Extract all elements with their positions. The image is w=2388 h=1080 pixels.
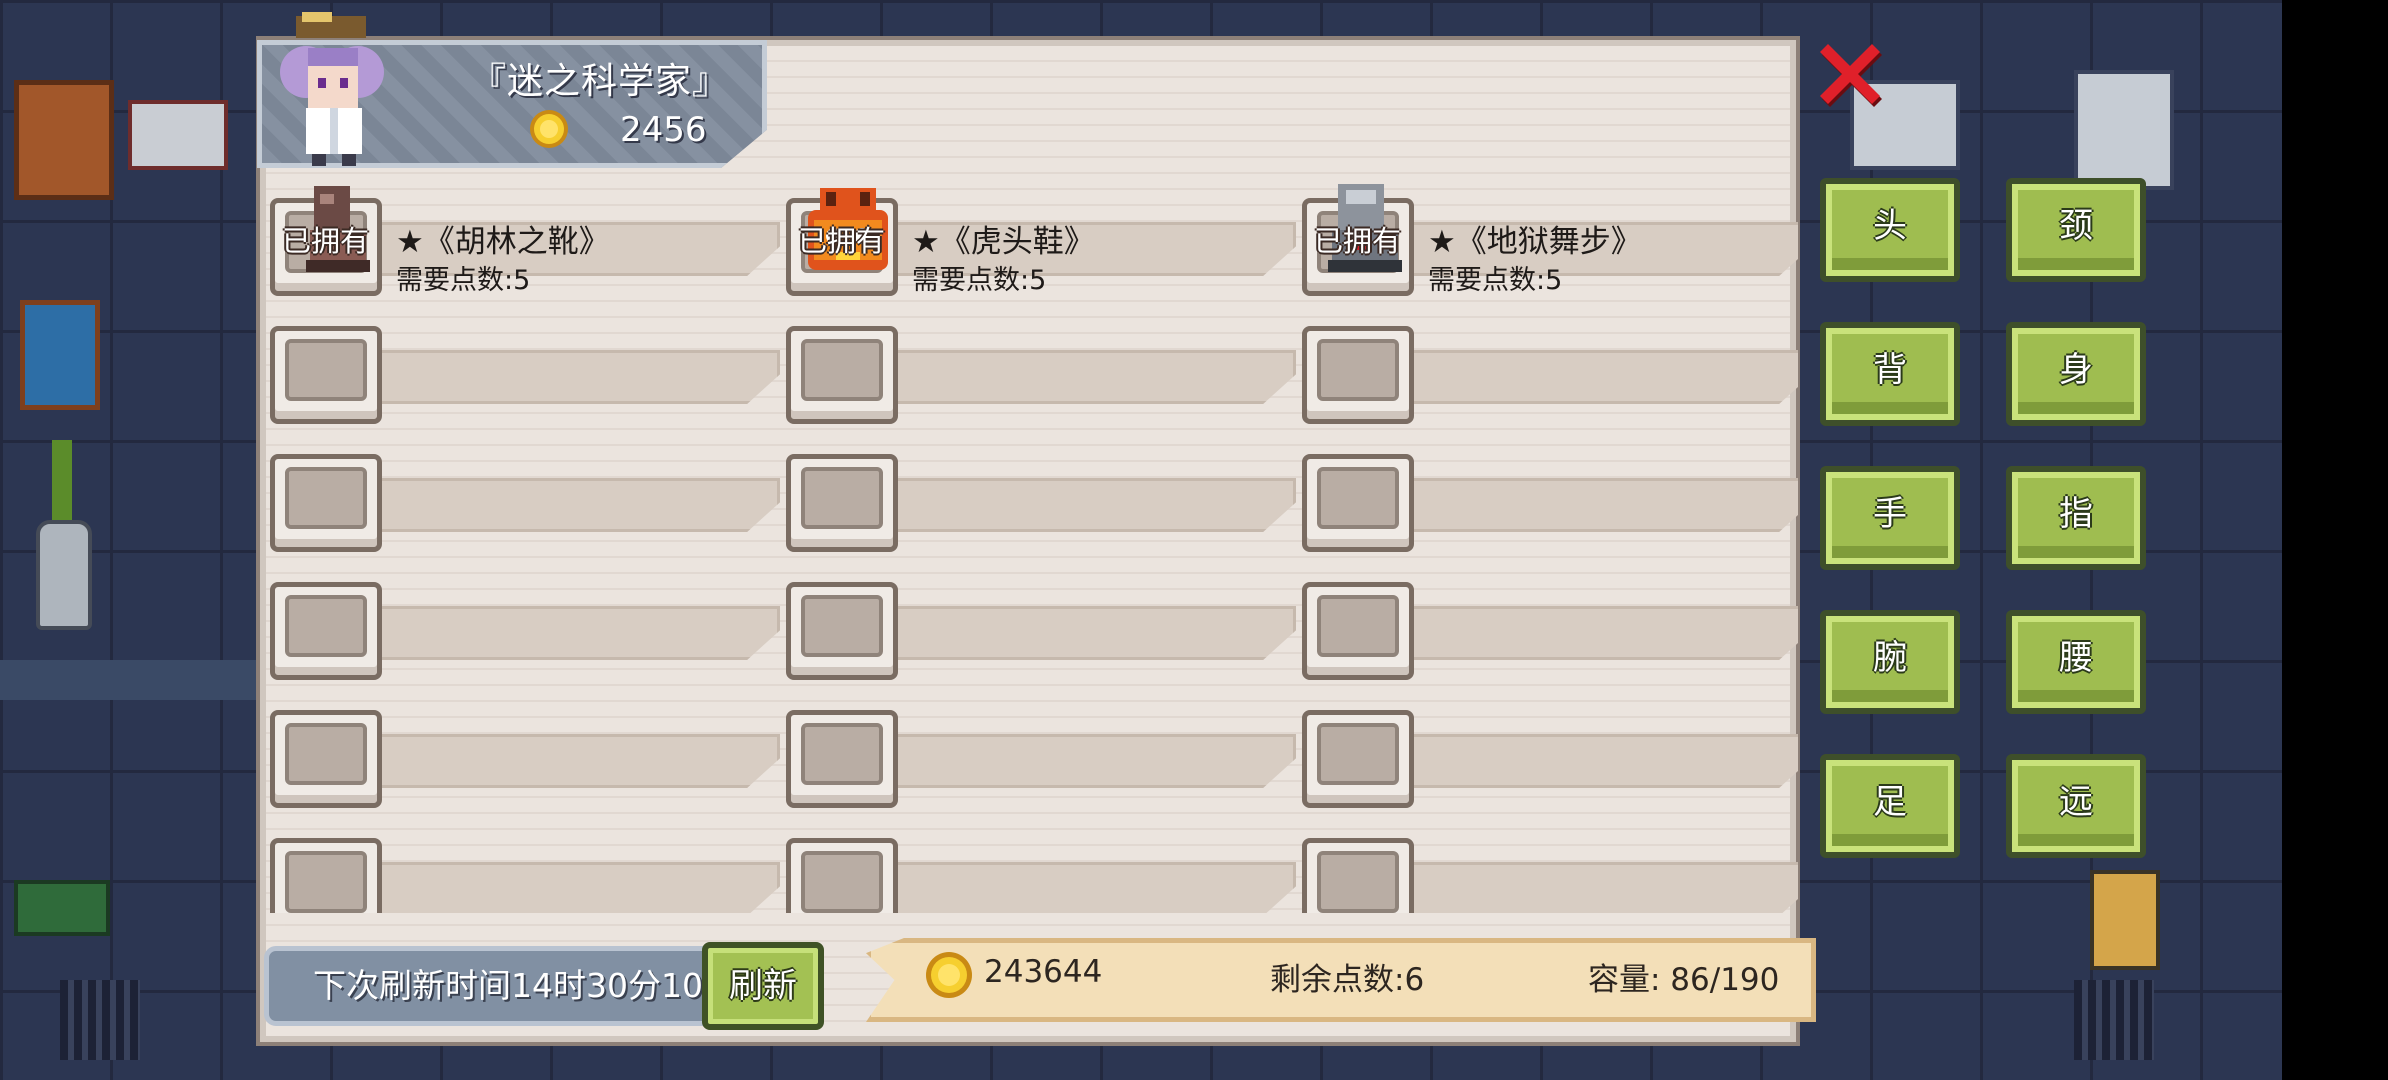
- item-row: [270, 308, 1798, 428]
- desk-decor: [128, 100, 228, 170]
- item-slot-frame: [1302, 582, 1414, 680]
- item-slot-inner: [801, 467, 883, 529]
- category-button-finger[interactable]: 指: [2006, 466, 2146, 570]
- close-icon[interactable]: [1812, 36, 1888, 112]
- item-slot-inner: [801, 723, 883, 785]
- item-slot-frame: [270, 454, 382, 552]
- item-grid: 已拥有 ★《胡林之靴》需要点数:5 已拥有 ★《虎头鞋》需要点数:5 已拥有 ★《地狱舞步…: [270, 180, 1798, 913]
- item-row: 已拥有 ★《胡林之靴》需要点数:5 已拥有 ★《虎头鞋》需要点数:5 已拥有 ★《地狱舞步…: [270, 180, 1798, 300]
- item-slot-frame: [270, 838, 382, 913]
- circuit-decor: [14, 880, 110, 936]
- shop-item[interactable]: 已拥有 ★《虎头鞋》需要点数:5: [786, 180, 1302, 296]
- item-name: ★《胡林之靴》: [396, 224, 610, 260]
- refresh-button[interactable]: 刷新: [702, 942, 824, 1030]
- category-button-ranged[interactable]: 远: [2006, 754, 2146, 858]
- empty-item-slot[interactable]: [786, 692, 1302, 808]
- item-slot-inner: [1317, 595, 1399, 657]
- item-slot-frame: [786, 582, 898, 680]
- item-slot-inner: [1317, 339, 1399, 401]
- empty-item-slot[interactable]: [1302, 308, 1798, 424]
- item-slot-frame: [786, 454, 898, 552]
- empty-item-slot[interactable]: [786, 436, 1302, 552]
- gold-coin-icon: [530, 110, 568, 148]
- item-cost: 需要点数:5: [912, 265, 1047, 296]
- item-slot-inner: [285, 339, 367, 401]
- vent-decor: [2074, 980, 2154, 1060]
- shop-item[interactable]: 已拥有 ★《胡林之靴》需要点数:5: [270, 180, 786, 296]
- item-slot-frame: [270, 710, 382, 808]
- item-row: [270, 692, 1798, 812]
- item-slot-inner: [1317, 723, 1399, 785]
- category-button-back[interactable]: 背: [1820, 322, 1960, 426]
- category-button-foot[interactable]: 足: [1820, 754, 1960, 858]
- merchant-name: 『迷之科学家』: [470, 61, 730, 102]
- item-row: [270, 436, 1798, 556]
- item-slot-frame: [270, 582, 382, 680]
- capacity: 容量: 86/190: [1588, 962, 1780, 998]
- item-slot-inner: [1317, 467, 1399, 529]
- item-slot-frame: [1302, 838, 1414, 913]
- cabinet-decor: [14, 80, 114, 200]
- empty-item-slot[interactable]: [270, 436, 786, 552]
- item-slot-frame: [270, 326, 382, 424]
- item-slot-frame: [1302, 454, 1414, 552]
- item-slot-inner: [801, 339, 883, 401]
- remaining-points: 剩余点数:6: [1270, 962, 1425, 998]
- item-slot-inner: [285, 467, 367, 529]
- item-slot-frame: [786, 710, 898, 808]
- item-slot-frame: [1302, 710, 1414, 808]
- empty-item-slot[interactable]: [786, 820, 1302, 913]
- machine-decor: [2074, 70, 2174, 190]
- total-gold-amount: 243644: [984, 954, 1103, 990]
- empty-item-slot[interactable]: [1302, 564, 1798, 680]
- vase-decor: [36, 520, 92, 630]
- item-slot-inner: [285, 851, 367, 913]
- item-cost: 需要点数:5: [1428, 265, 1563, 296]
- empty-item-slot[interactable]: [1302, 436, 1798, 552]
- empty-item-slot[interactable]: [270, 564, 786, 680]
- category-button-neck[interactable]: 颈: [2006, 178, 2146, 282]
- plant-decor: [52, 440, 72, 520]
- category-button-head[interactable]: 头: [1820, 178, 1960, 282]
- item-slot-frame: [786, 838, 898, 913]
- empty-item-slot[interactable]: [270, 692, 786, 808]
- screen-border: [2282, 0, 2388, 1080]
- item-slot-frame: [786, 326, 898, 424]
- refresh-timer: 下次刷新时间14时30分10: [264, 946, 724, 1026]
- empty-item-slot[interactable]: [786, 564, 1302, 680]
- shop-item[interactable]: 已拥有 ★《地狱舞步》需要点数:5: [1302, 180, 1798, 296]
- item-slot-inner: [285, 595, 367, 657]
- item-name: ★《虎头鞋》: [912, 224, 1095, 260]
- empty-item-slot[interactable]: [270, 308, 786, 424]
- empty-item-slot[interactable]: [1302, 692, 1798, 808]
- category-button-waist[interactable]: 腰: [2006, 610, 2146, 714]
- merchant-gold-amount: 2456: [620, 110, 707, 150]
- item-cost: 需要点数:5: [396, 265, 531, 296]
- empty-item-slot[interactable]: [1302, 820, 1798, 913]
- item-slot-inner: [801, 595, 883, 657]
- category-button-body[interactable]: 身: [2006, 322, 2146, 426]
- empty-item-slot[interactable]: [270, 820, 786, 913]
- item-slot-inner: [801, 851, 883, 913]
- empty-item-slot[interactable]: [786, 308, 1302, 424]
- item-slot-inner: [285, 723, 367, 785]
- owned-label: 已拥有: [282, 224, 370, 258]
- scientist-avatar-icon: [280, 12, 384, 166]
- owned-label: 已拥有: [798, 224, 886, 258]
- category-button-hand[interactable]: 手: [1820, 466, 1960, 570]
- owned-label: 已拥有: [1314, 224, 1402, 258]
- chair-decor: [20, 300, 100, 410]
- gold-coin-icon: [926, 952, 972, 998]
- category-button-wrist[interactable]: 腕: [1820, 610, 1960, 714]
- vent-decor: [60, 980, 140, 1060]
- item-name: ★《地狱舞步》: [1428, 224, 1642, 260]
- item-slot-inner: [1317, 851, 1399, 913]
- item-row: [270, 820, 1798, 913]
- item-slot-frame: [1302, 326, 1414, 424]
- lamp-decor: [2090, 870, 2160, 970]
- wall-ledge-decor: [0, 660, 260, 700]
- item-row: [270, 564, 1798, 684]
